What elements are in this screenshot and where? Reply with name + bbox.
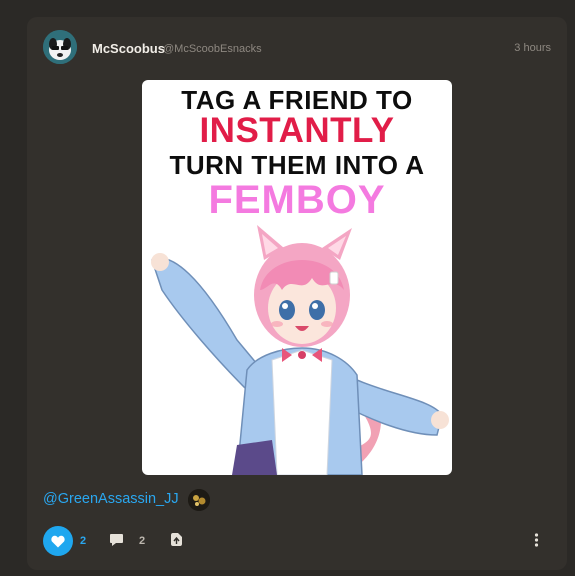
share-icon <box>171 533 182 546</box>
like-count: 2 <box>80 535 87 547</box>
author-avatar[interactable] <box>43 30 77 64</box>
anime-character-illustration <box>151 225 449 475</box>
more-vertical-icon <box>534 533 539 547</box>
comment-button[interactable] <box>109 533 124 552</box>
image-text-line4: FEMBOY <box>208 178 386 222</box>
post-image[interactable]: TAG A FRIEND TO INSTANTLY TURN THEM INTO… <box>142 80 452 475</box>
image-text-line3: TURN THEM INTO A <box>169 150 425 180</box>
caption-mention-link[interactable]: @GreenAssassin_JJ <box>43 491 179 507</box>
heart-icon <box>51 535 65 547</box>
more-options-button[interactable] <box>534 533 539 552</box>
author-handle[interactable]: @McScoobEsnacks <box>163 43 262 55</box>
comment-icon <box>110 534 123 546</box>
mention-avatar <box>188 489 210 511</box>
image-text-line2: INSTANTLY <box>199 111 395 150</box>
author-name[interactable]: McScoobus <box>92 41 165 56</box>
comment-count: 2 <box>139 535 146 547</box>
share-button[interactable] <box>170 532 183 552</box>
like-button[interactable] <box>43 526 73 556</box>
post-timestamp: 3 hours <box>514 42 551 54</box>
